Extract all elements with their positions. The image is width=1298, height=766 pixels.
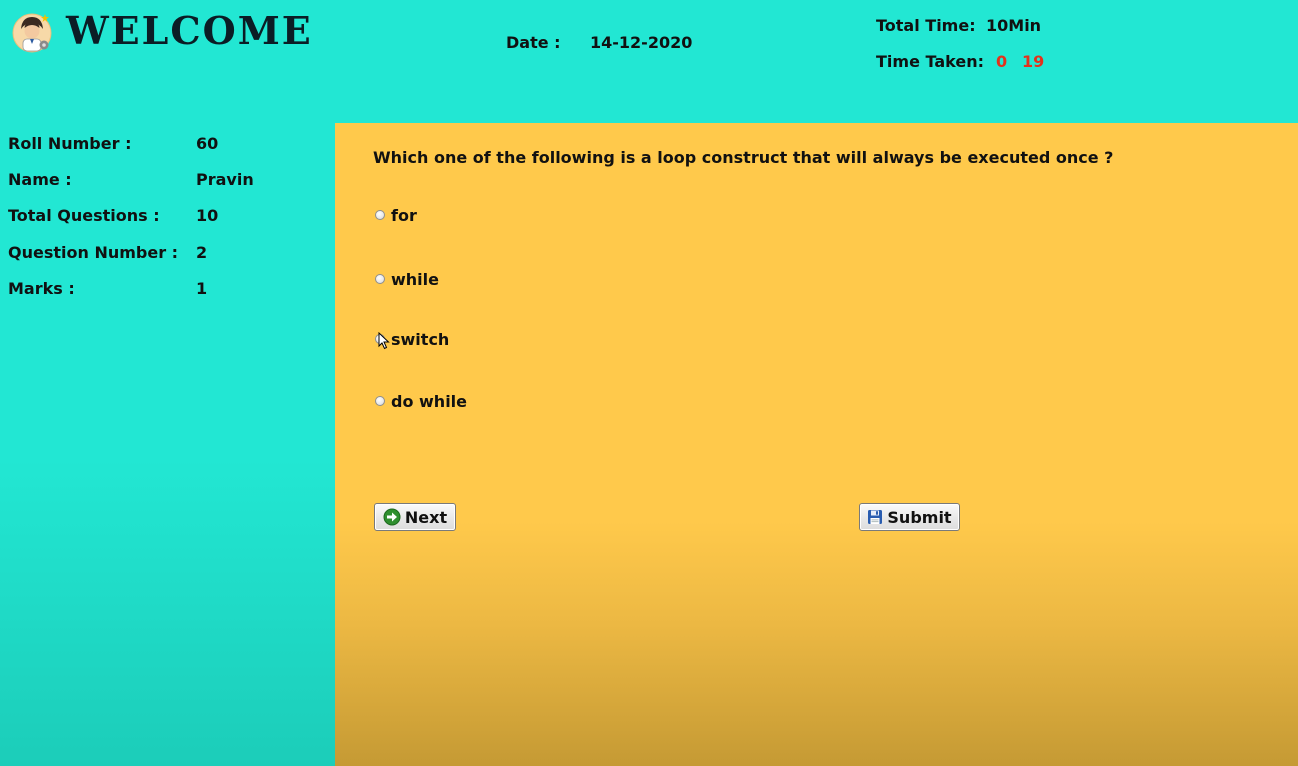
- marks-value: 1: [196, 279, 208, 298]
- next-label: Next: [404, 507, 448, 527]
- total-questions-label: Total Questions :: [8, 206, 160, 225]
- time-taken-seconds: 19: [1022, 52, 1045, 71]
- total-questions-value: 10: [196, 206, 219, 225]
- option-while[interactable]: while: [375, 269, 439, 289]
- total-time-label: Total Time:: [876, 16, 976, 35]
- option-label: for: [391, 205, 417, 225]
- radio-button[interactable]: [375, 274, 385, 284]
- time-taken-minutes: 0: [996, 52, 1008, 71]
- option-for[interactable]: for: [375, 205, 417, 225]
- option-label: while: [391, 269, 439, 289]
- time-taken-label: Time Taken:: [876, 52, 984, 71]
- date-value: 14-12-2020: [590, 33, 693, 52]
- roll-number-value: 60: [196, 134, 219, 153]
- total-time-value: 10Min: [986, 16, 1042, 35]
- question-number-value: 2: [196, 243, 208, 262]
- option-do-while[interactable]: do while: [375, 391, 467, 411]
- floppy-disk-icon: [868, 510, 883, 524]
- next-button[interactable]: Next: [374, 503, 456, 531]
- radio-button[interactable]: [375, 396, 385, 406]
- submit-button[interactable]: Submit: [859, 503, 960, 531]
- mouse-pointer-icon: [378, 331, 390, 350]
- question-panel: Which one of the following is a loop con…: [335, 123, 1298, 766]
- arrow-right-circle-icon: [383, 508, 401, 526]
- question-number-label: Question Number :: [8, 243, 179, 262]
- option-label: do while: [391, 391, 468, 411]
- question-text: Which one of the following is a loop con…: [373, 148, 1114, 167]
- submit-label: Submit: [887, 507, 952, 527]
- option-label: switch: [391, 329, 450, 349]
- quiz-window: WELCOME Date : 14-12-2020 Total Time: 10…: [0, 0, 1298, 766]
- welcome-title: WELCOME: [66, 8, 313, 53]
- roll-number-label: Roll Number :: [8, 134, 132, 153]
- name-label: Name :: [8, 170, 72, 189]
- date-label: Date :: [506, 33, 561, 52]
- radio-button[interactable]: [375, 210, 385, 220]
- marks-label: Marks :: [8, 279, 75, 298]
- student-avatar-icon: [12, 12, 54, 54]
- name-value: Pravin: [196, 170, 254, 189]
